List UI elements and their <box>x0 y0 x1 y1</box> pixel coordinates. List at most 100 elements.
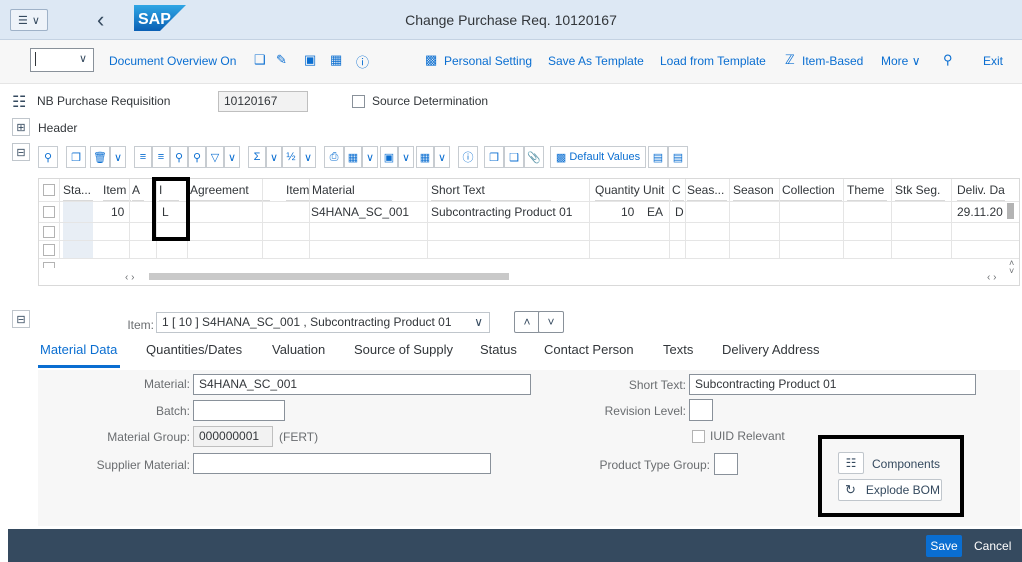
short-text-field[interactable]: Subcontracting Product 01 <box>689 374 976 395</box>
column-header-item[interactable]: Item <box>103 179 131 201</box>
chevron-down-icon[interactable]: ∨ <box>398 146 414 168</box>
exit-button[interactable]: Exit <box>983 54 1003 68</box>
sort-desc-icon[interactable]: ≡ <box>152 146 170 168</box>
more-button[interactable]: More ∨ <box>881 54 920 68</box>
collapse-items-icon[interactable]: ⊟ <box>12 143 30 161</box>
copy-icon[interactable]: ❐ <box>484 146 504 168</box>
tab-texts[interactable]: Texts <box>663 342 693 357</box>
cancel-button[interactable]: Cancel <box>974 539 1011 553</box>
document-overview-button[interactable]: Document Overview On <box>109 54 236 68</box>
horizontal-scrollbar-thumb[interactable] <box>149 273 509 280</box>
collapse-item-detail-icon[interactable]: ⊟ <box>12 310 30 328</box>
other-doc-icon[interactable]: ▦ <box>330 52 342 68</box>
column-header-theme[interactable]: Theme <box>847 179 887 201</box>
scroll-right-icon[interactable]: ‹ › <box>987 272 996 283</box>
quantity-cell[interactable]: 10 <box>621 202 634 222</box>
tab-source-of-supply[interactable]: Source of Supply <box>354 342 453 357</box>
column-header-status[interactable]: Sta... <box>63 179 93 201</box>
column-header-material[interactable]: Material <box>312 179 392 201</box>
sort-asc-icon[interactable]: ≡ <box>134 146 152 168</box>
column-header-season[interactable]: Season <box>733 179 783 201</box>
short-text-cell[interactable]: Subcontracting Product 01 <box>431 202 572 222</box>
revision-level-field[interactable] <box>689 399 713 421</box>
column-header-short-text[interactable]: Short Text <box>431 179 551 201</box>
export-icon[interactable]: ▣ <box>380 146 398 168</box>
filter-icon[interactable]: ▽ <box>206 146 224 168</box>
item-based-button[interactable]: Item-Based <box>802 54 863 68</box>
delivery-date-cell[interactable]: 29.11.20 <box>957 202 1003 222</box>
chevron-down-icon[interactable]: ∨ <box>110 146 126 168</box>
scroll-left-right-icon[interactable]: ‹ › <box>125 272 134 283</box>
display-icon[interactable]: ▣ <box>304 52 316 68</box>
material-group-field[interactable]: 000000001 <box>193 426 273 447</box>
print-icon[interactable]: ⎙ <box>324 146 344 168</box>
create-document-icon[interactable]: ❑ <box>254 52 266 68</box>
list-icon[interactable]: ▤ <box>648 146 668 168</box>
chevron-down-icon[interactable]: ∨ <box>362 146 378 168</box>
expand-header-icon[interactable]: ⊞ <box>12 118 30 136</box>
calendar-icon[interactable]: ▤ <box>668 146 688 168</box>
column-header-a[interactable]: A <box>132 179 144 201</box>
column-header-stock-segment[interactable]: Stk Seg. <box>895 179 945 201</box>
iuid-relevant-checkbox[interactable] <box>692 430 705 443</box>
subtotal-icon[interactable]: ½ <box>282 146 300 168</box>
chevron-down-icon[interactable]: ∨ <box>224 146 240 168</box>
tab-contact-person[interactable]: Contact Person <box>544 342 634 357</box>
details-icon[interactable]: ⚲ <box>38 146 58 168</box>
attachment-icon[interactable]: 📎 <box>524 146 544 168</box>
row-select-checkbox[interactable] <box>43 226 55 238</box>
views-icon[interactable]: ▦ <box>344 146 362 168</box>
supplier-material-field[interactable] <box>193 453 491 474</box>
material-cell[interactable]: S4HANA_SC_001 <box>311 202 409 222</box>
search-icon[interactable]: ⚲ <box>943 52 953 68</box>
column-header-unit[interactable]: Unit <box>643 179 671 201</box>
copy-icon[interactable]: ❐ <box>66 146 86 168</box>
edit-icon[interactable]: ✎ <box>276 52 287 68</box>
row-select-checkbox[interactable] <box>43 262 55 268</box>
find-next-icon[interactable]: ⚲ <box>188 146 206 168</box>
info-icon[interactable]: ⓘ <box>356 52 369 71</box>
select-all-checkbox[interactable] <box>43 184 55 196</box>
previous-item-button[interactable]: ˄ <box>514 311 540 333</box>
row-select-checkbox[interactable] <box>43 244 55 256</box>
c-cell[interactable]: D <box>675 202 684 222</box>
doc-number-field[interactable]: 10120167 <box>218 91 308 112</box>
document-icon[interactable]: ❑ <box>504 146 524 168</box>
chevron-down-icon[interactable]: ∨ <box>434 146 450 168</box>
personal-setting-button[interactable]: Personal Setting <box>444 54 532 68</box>
info-icon[interactable]: ⓘ <box>458 146 478 168</box>
load-from-template-button[interactable]: Load from Template <box>660 54 766 68</box>
source-determination-checkbox[interactable] <box>352 95 365 108</box>
row-select-checkbox[interactable] <box>43 206 55 218</box>
vertical-scrollbar-thumb[interactable] <box>1007 203 1014 219</box>
delete-icon[interactable]: 🗑 <box>90 146 110 168</box>
chevron-down-icon[interactable]: ∨ <box>300 146 316 168</box>
find-icon[interactable]: ⚲ <box>170 146 188 168</box>
save-button[interactable]: Save <box>926 535 962 557</box>
tab-delivery-address[interactable]: Delivery Address <box>722 342 820 357</box>
column-header-agreement[interactable]: Agreement <box>190 179 270 201</box>
unit-cell[interactable]: EA <box>647 202 663 222</box>
tab-quantities-dates[interactable]: Quantities/Dates <box>146 342 242 357</box>
tab-status[interactable]: Status <box>480 342 517 357</box>
item-selector[interactable]: 1 [ 10 ] S4HANA_SC_001 , Subcontracting … <box>156 312 490 333</box>
column-header-quantity[interactable]: Quantity <box>595 179 643 201</box>
column-header-season-category[interactable]: Seas... <box>687 179 727 201</box>
vertical-scroll-arrows[interactable]: ˄ ˅ <box>1009 259 1014 276</box>
next-item-button[interactable]: ˅ <box>538 311 564 333</box>
tab-material-data[interactable]: Material Data <box>40 342 117 357</box>
column-header-c[interactable]: C <box>672 179 684 201</box>
sum-icon[interactable]: Σ <box>248 146 266 168</box>
item-number-cell[interactable]: 10 <box>111 202 124 222</box>
column-header-collection[interactable]: Collection <box>782 179 842 201</box>
batch-field[interactable] <box>193 400 285 421</box>
product-type-group-field[interactable] <box>714 453 738 475</box>
layout-icon[interactable]: ▦ <box>416 146 434 168</box>
tab-valuation[interactable]: Valuation <box>272 342 325 357</box>
default-values-button[interactable]: ▩ Default Values <box>550 146 646 168</box>
material-field[interactable]: S4HANA_SC_001 <box>193 374 531 395</box>
column-header-delivery-date[interactable]: Deliv. Da <box>957 179 1005 201</box>
chevron-down-icon[interactable]: ∨ <box>266 146 282 168</box>
layout-select[interactable]: ∨ <box>30 48 94 72</box>
save-as-template-button[interactable]: Save As Template <box>548 54 644 68</box>
